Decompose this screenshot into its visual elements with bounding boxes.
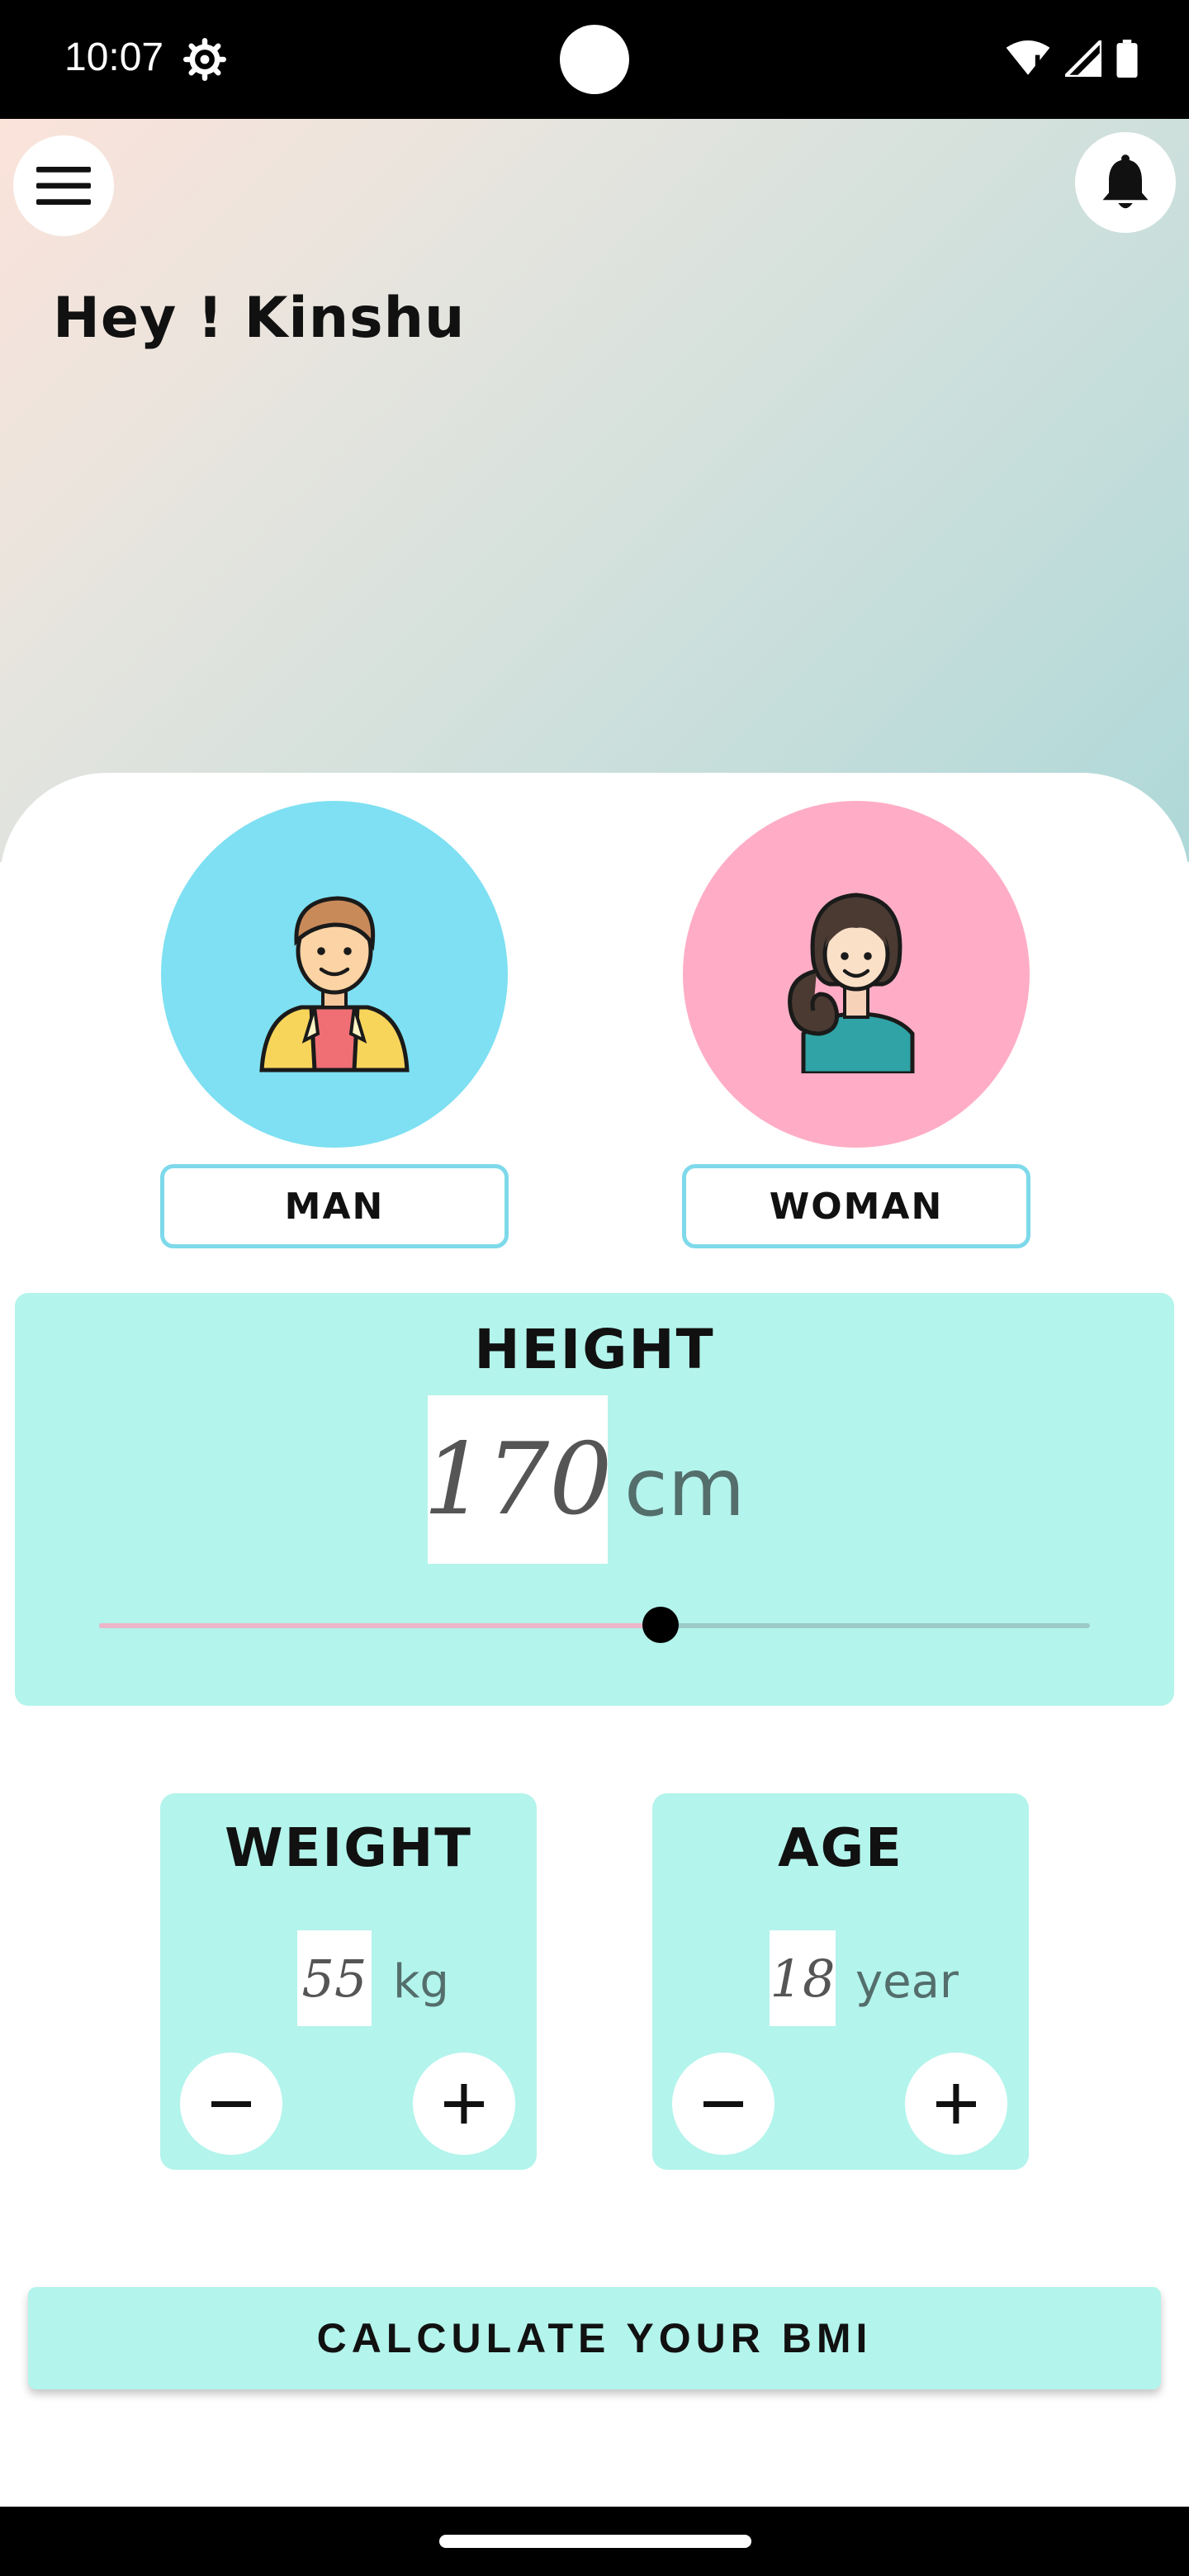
- man-avatar[interactable]: [161, 801, 508, 1148]
- weight-unit: kg: [393, 1955, 449, 2009]
- plus-icon: [444, 2084, 484, 2124]
- wifi-icon: [1006, 40, 1050, 75]
- man-avatar-icon: [259, 896, 410, 1073]
- status-bar: 10:07: [0, 0, 1189, 119]
- greeting-text: Hey ! Kinshu: [53, 286, 466, 351]
- height-unit: cm: [624, 1442, 746, 1534]
- height-value[interactable]: 170: [423, 1395, 613, 1564]
- age-title: AGE: [778, 1818, 903, 1879]
- age-card: AGE 18 year: [652, 1793, 1029, 2170]
- navigation-bar: [0, 2507, 1189, 2576]
- menu-button[interactable]: [13, 135, 114, 236]
- age-decrement-button[interactable]: [672, 2053, 775, 2155]
- woman-avatar-icon: [788, 893, 915, 1073]
- height-slider-thumb[interactable]: [642, 1607, 680, 1643]
- weight-card: WEIGHT 55 kg: [160, 1793, 537, 2170]
- header-hero: Hey ! Kinshu: [0, 119, 1189, 862]
- gender-option-woman: WOMAN: [682, 801, 1030, 1248]
- calculate-bmi-button[interactable]: CALCULATE YOUR BMI: [28, 2287, 1161, 2389]
- minus-icon: [211, 2101, 251, 2107]
- weight-title: WEIGHT: [225, 1818, 472, 1879]
- plus-icon: [936, 2084, 976, 2124]
- woman-avatar[interactable]: [683, 801, 1030, 1148]
- hamburger-menu-icon: [36, 167, 91, 205]
- weight-increment-button[interactable]: [413, 2053, 515, 2155]
- notification-button[interactable]: [1075, 132, 1176, 233]
- weight-value[interactable]: 55: [297, 1930, 372, 2026]
- age-increment-button[interactable]: [905, 2053, 1007, 2155]
- home-gesture-handle[interactable]: [439, 2535, 751, 2548]
- minus-icon: [703, 2101, 743, 2107]
- bell-icon: [1102, 154, 1149, 209]
- height-slider[interactable]: [99, 1607, 1090, 1643]
- signal-icon: [1065, 40, 1101, 77]
- status-icons: [1006, 40, 1138, 78]
- weight-decrement-button[interactable]: [180, 2053, 282, 2155]
- woman-button[interactable]: WOMAN: [682, 1164, 1030, 1248]
- settings-gear-icon: [183, 38, 226, 81]
- height-title: HEIGHT: [474, 1318, 715, 1381]
- height-card: HEIGHT 170 cm: [15, 1293, 1174, 1706]
- battery-icon: [1116, 40, 1138, 78]
- age-value[interactable]: 18: [770, 1930, 836, 2026]
- camera-cutout: [560, 25, 629, 94]
- status-time: 10:07: [64, 36, 164, 79]
- gender-option-man: MAN: [160, 801, 509, 1248]
- age-unit: year: [855, 1955, 959, 2009]
- height-slider-fill: [99, 1623, 661, 1628]
- man-button[interactable]: MAN: [160, 1164, 509, 1248]
